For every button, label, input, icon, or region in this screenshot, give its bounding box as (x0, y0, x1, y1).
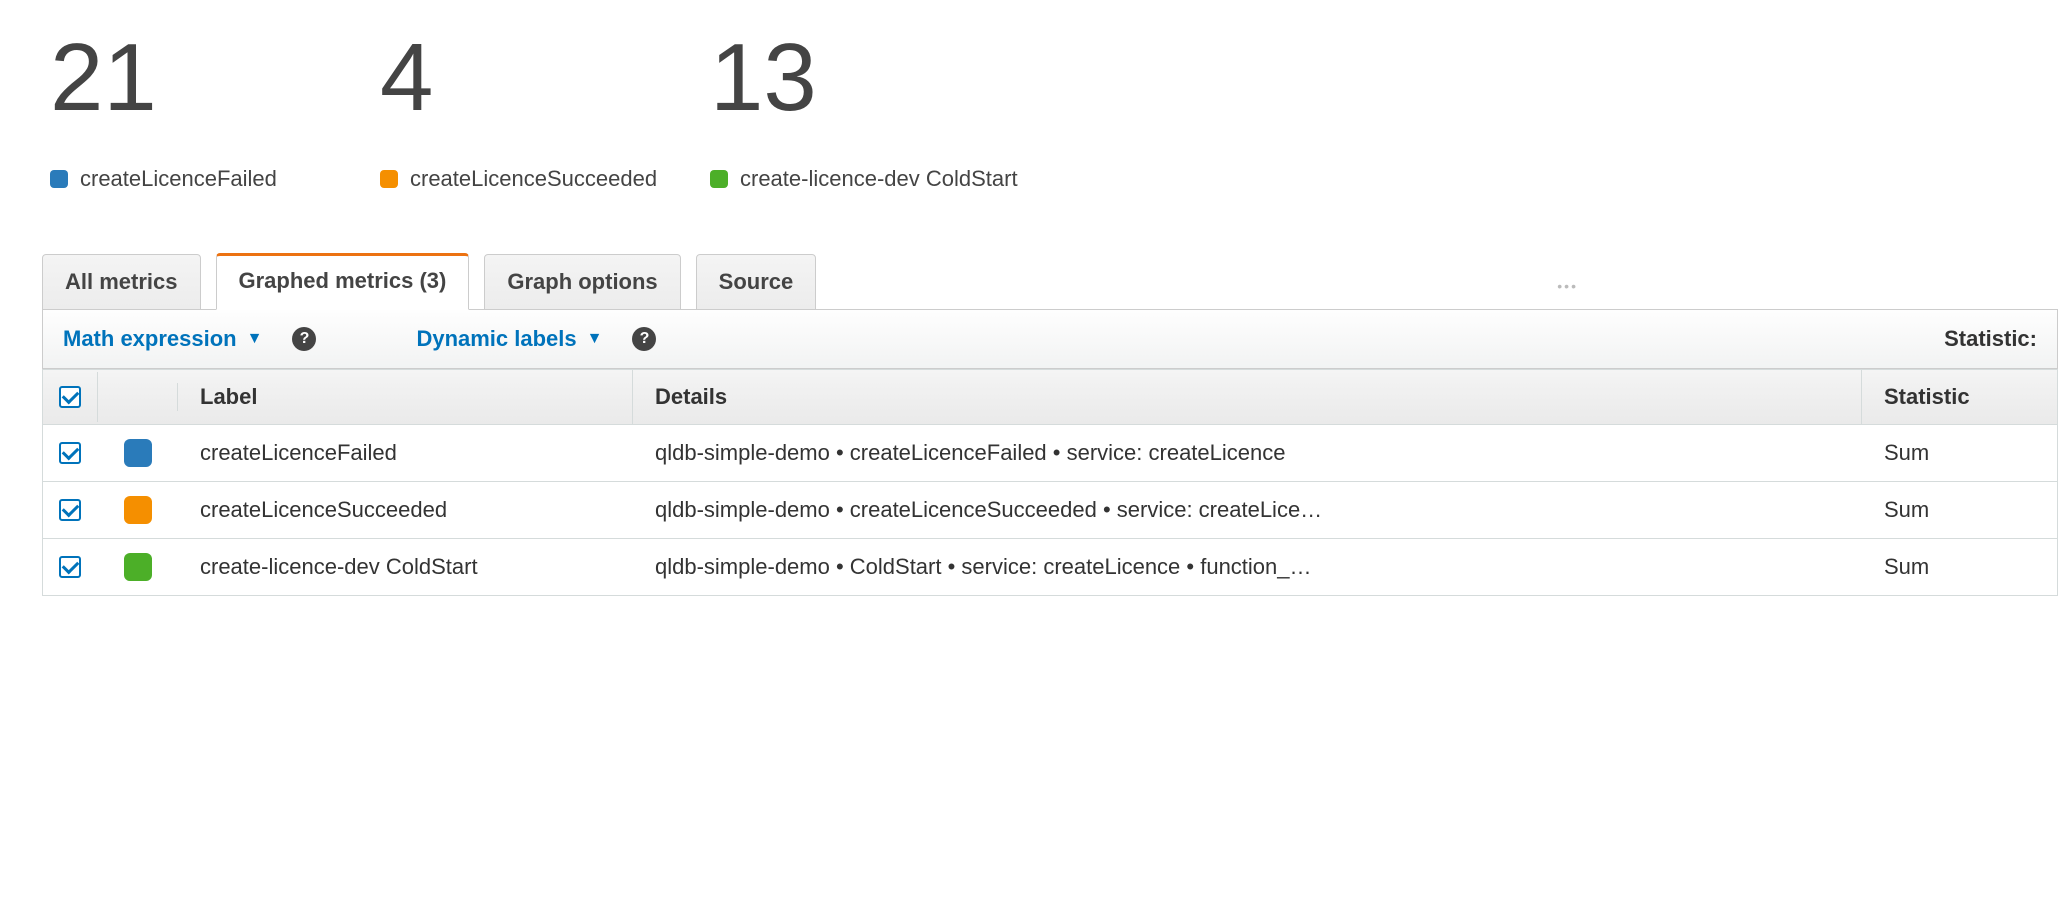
stat-label: createLicenceFailed (80, 166, 277, 192)
stat-card: 21 createLicenceFailed (50, 30, 380, 192)
color-swatch (50, 170, 68, 188)
statistic-label: Statistic: (1944, 326, 2037, 352)
row-details: qldb-simple-demo • createLicenceFailed •… (655, 440, 1285, 466)
row-label[interactable]: createLicenceSucceeded (200, 497, 447, 523)
table-row: createLicenceFailed qldb-simple-demo • c… (43, 425, 2057, 482)
header-statistic[interactable]: Statistic (1862, 370, 2057, 424)
stat-card: 13 create-licence-dev ColdStart (710, 30, 1090, 192)
row-details: qldb-simple-demo • createLicenceSucceede… (655, 497, 1322, 523)
help-icon[interactable]: ? (292, 327, 316, 351)
help-icon[interactable]: ? (632, 327, 656, 351)
row-checkbox[interactable] (59, 442, 81, 464)
tab-source[interactable]: Source (696, 254, 817, 310)
stat-value: 13 (710, 30, 1090, 126)
table-row: createLicenceSucceeded qldb-simple-demo … (43, 482, 2057, 539)
stat-label: create-licence-dev ColdStart (740, 166, 1018, 192)
toolbar: Math expression ▼ ? Dynamic labels ▼ ? S… (42, 310, 2058, 369)
stat-value: 4 (380, 30, 710, 126)
row-label[interactable]: createLicenceFailed (200, 440, 397, 466)
math-expression-label: Math expression (63, 326, 237, 352)
metric-summary-row: 21 createLicenceFailed 4 createLicenceSu… (0, 0, 2058, 252)
row-statistic[interactable]: Sum (1884, 554, 1929, 580)
row-statistic[interactable]: Sum (1884, 497, 1929, 523)
stat-value: 21 (50, 30, 380, 126)
row-checkbox[interactable] (59, 556, 81, 578)
metrics-table: Label Details Statistic createLicenceFai… (42, 369, 2058, 596)
tab-all-metrics[interactable]: All metrics (42, 254, 201, 310)
color-swatch[interactable] (124, 439, 152, 467)
row-statistic[interactable]: Sum (1884, 440, 1929, 466)
math-expression-dropdown[interactable]: Math expression ▼ (63, 326, 262, 352)
color-swatch[interactable] (124, 496, 152, 524)
color-swatch (710, 170, 728, 188)
color-swatch (380, 170, 398, 188)
row-details: qldb-simple-demo • ColdStart • service: … (655, 554, 1312, 580)
color-swatch[interactable] (124, 553, 152, 581)
chevron-down-icon: ▼ (247, 330, 263, 348)
tab-graphed-metrics[interactable]: Graphed metrics (3) (216, 253, 470, 310)
tabs-container: All metrics Graphed metrics (3) Graph op… (42, 252, 2058, 310)
row-label[interactable]: create-licence-dev ColdStart (200, 554, 478, 580)
dynamic-labels-label: Dynamic labels (416, 326, 576, 352)
header-color (98, 383, 178, 411)
stat-label: createLicenceSucceeded (410, 166, 657, 192)
tab-graph-options[interactable]: Graph options (484, 254, 680, 310)
header-label[interactable]: Label (178, 370, 633, 424)
dynamic-labels-dropdown[interactable]: Dynamic labels ▼ (416, 326, 602, 352)
table-row: create-licence-dev ColdStart qldb-simple… (43, 539, 2057, 596)
table-header-row: Label Details Statistic (43, 369, 2057, 425)
chevron-down-icon: ▼ (587, 330, 603, 348)
row-checkbox[interactable] (59, 499, 81, 521)
select-all-checkbox[interactable] (59, 386, 81, 408)
stat-card: 4 createLicenceSucceeded (380, 30, 710, 192)
header-details[interactable]: Details (633, 370, 1862, 424)
